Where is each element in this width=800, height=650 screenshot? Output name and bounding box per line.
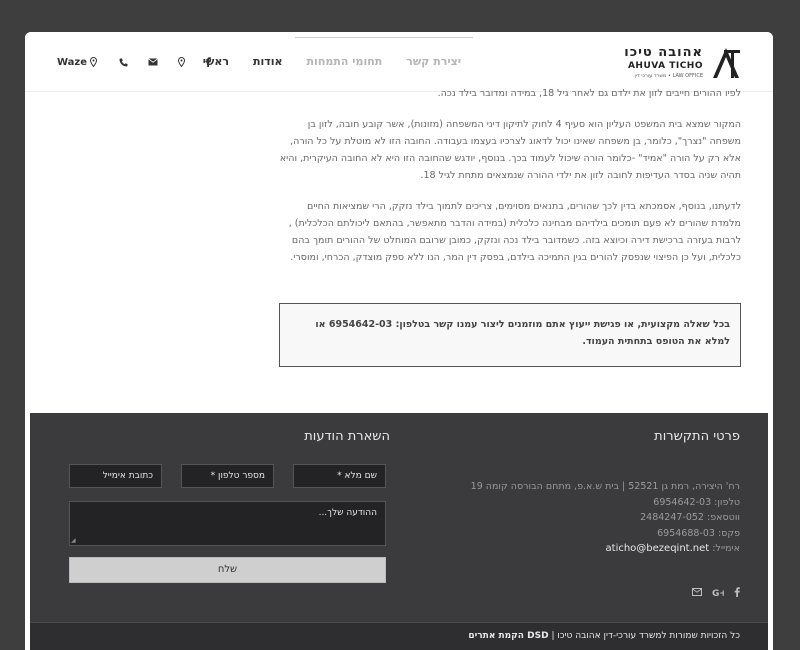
logo-text: אהובה טיכו AHUVA TICHO LAW OFFICE • משרד… [593, 46, 703, 80]
phone-text: טלפון: 6954642-03 [653, 496, 740, 508]
contact-details: רח' היצירה, רמת גן 52521 | בית ש.א.פ, מת… [460, 479, 740, 557]
copyright-text: כל הזכויות שמורות למשרד עורכי-דין אהובה … [551, 631, 740, 641]
email-line: אימייל: aticho@bezeqint.net [460, 541, 740, 557]
site-header: אהובה טיכו AHUVA TICHO LAW OFFICE • משרד… [25, 32, 773, 92]
footer-bottom-bar: כל הזכויות שמורות למשרד עורכי-דין אהובה … [30, 622, 768, 650]
waze-link[interactable]: Waze [57, 56, 98, 68]
email-label: אימייל: [712, 543, 740, 554]
waze-label: Waze [57, 56, 88, 68]
envelope-icon[interactable] [692, 588, 702, 596]
logo-hebrew: אהובה טיכו [624, 45, 703, 60]
leave-message-title: השארת הודעות [304, 429, 390, 444]
map-marker-icon [178, 57, 186, 67]
phone-number-input[interactable]: מספר טלפון * [181, 464, 274, 488]
whatsapp-text: ווטסאפ: 2484247-052 [640, 512, 740, 523]
nav-item-practice-areas[interactable]: תחומי התמחות [294, 32, 395, 92]
envelope-icon [148, 58, 158, 66]
location-link[interactable] [178, 57, 186, 67]
address-text: רח' היצירה, רמת גן 52521 | בית ש.א.פ, מת… [470, 481, 740, 492]
contact-notice-box: בכל שאלה מקצועית, או פגישת ייעוץ אתם מוז… [279, 303, 741, 367]
copyright: כל הזכויות שמורות למשרד עורכי-דין אהובה … [468, 631, 740, 641]
message-textarea[interactable]: ההודעה שלך... ◢ [69, 501, 386, 546]
site-logo[interactable]: אהובה טיכו AHUVA TICHO LAW OFFICE • משרד… [591, 46, 741, 80]
header-contact-icons: Waze [57, 32, 231, 92]
contact-details-title: פרטי התקשרות [654, 429, 740, 444]
facebook-link[interactable] [205, 57, 211, 67]
facebook-icon [205, 57, 211, 67]
email-address-link[interactable]: aticho@bezeqint.net [606, 543, 710, 554]
main-nav: ראשי אודות תחומי התמחות יצירת קשר [191, 32, 473, 92]
article-paragraph: לפיו ההורים חייבים לזון את ילדם גם לאחר … [437, 88, 741, 99]
facebook-icon[interactable] [734, 587, 740, 597]
article-content: לפיו ההורים חייבים לזון את ילדם גם לאחר … [279, 85, 741, 280]
logo-mark-icon [713, 48, 740, 78]
email-link[interactable] [148, 58, 158, 66]
send-button[interactable]: שלח [69, 557, 386, 583]
site-footer: פרטי התקשרות השארת הודעות רח' היצירה, רמ… [30, 413, 768, 623]
logo-subtitle: LAW OFFICE • משרד עורכי דין [634, 73, 704, 79]
nav-item-about[interactable]: אודות [241, 32, 295, 92]
message-placeholder: ההודעה שלך... [318, 508, 377, 518]
location-pin-icon [90, 57, 98, 67]
credit-link[interactable]: DSD הקמת אתרים [468, 631, 548, 641]
nav-item-contact[interactable]: יצירת קשר [394, 32, 473, 92]
article-paragraph: לדעתנו, בנוסף, אסמכתא בדין לכך שהורים, ב… [288, 201, 741, 263]
logo-english: AHUVA TICHO [627, 61, 703, 71]
footer-social-icons: G+ [692, 587, 740, 597]
svg-text:G+: G+ [712, 589, 724, 597]
resize-handle-icon[interactable]: ◢ [71, 537, 76, 544]
phone-link[interactable] [119, 58, 128, 67]
google-plus-icon[interactable]: G+ [712, 588, 724, 597]
article-paragraph: המקור שמצא בית המשפט העליון הוא סעיף 4 ל… [279, 119, 741, 181]
fax-text: פקס: 6954688-03 [657, 527, 740, 539]
phone-icon [119, 58, 128, 66]
browser-frame: אהובה טיכו AHUVA TICHO LAW OFFICE • משרד… [25, 32, 773, 650]
full-name-input[interactable]: שם מלא * [293, 464, 386, 488]
email-input[interactable]: כתובת אימייל [69, 464, 162, 488]
